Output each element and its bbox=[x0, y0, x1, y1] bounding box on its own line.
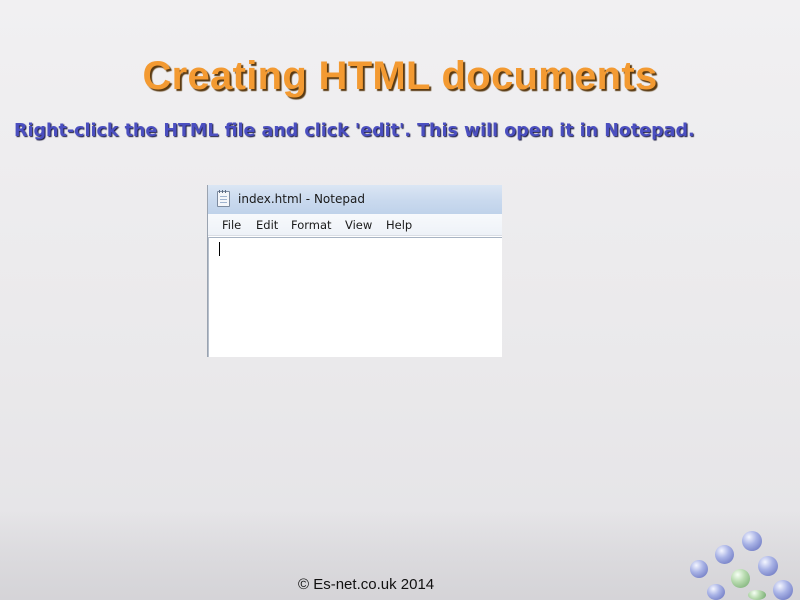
text-caret bbox=[219, 242, 220, 256]
slide-title: Creating HTML documents bbox=[142, 54, 658, 98]
menu-file[interactable]: File bbox=[222, 218, 241, 232]
menu-edit[interactable]: Edit bbox=[256, 218, 278, 232]
notepad-titlebar: index.html - Notepad bbox=[208, 185, 502, 214]
notepad-window-screenshot: index.html - Notepad File Edit Format Vi… bbox=[208, 185, 502, 357]
logo-bubble bbox=[731, 569, 750, 588]
slide: Creating HTML documents Right-click the … bbox=[0, 0, 800, 600]
menu-view[interactable]: View bbox=[345, 218, 372, 232]
notepad-left-border bbox=[208, 237, 209, 357]
logo-bubble bbox=[758, 556, 778, 576]
instruction-text: Right-click the HTML file and click 'edi… bbox=[14, 121, 695, 141]
menu-format[interactable]: Format bbox=[291, 218, 332, 232]
copyright-text: © Es-net.co.uk 2014 bbox=[298, 576, 435, 593]
logo-bubble bbox=[715, 545, 734, 564]
logo-bubble bbox=[773, 580, 793, 600]
logo-bubble bbox=[707, 584, 725, 600]
notepad-menubar: File Edit Format View Help bbox=[208, 214, 502, 236]
menu-help[interactable]: Help bbox=[386, 218, 412, 232]
notepad-window-title: index.html - Notepad bbox=[238, 192, 365, 206]
notepad-icon bbox=[217, 190, 230, 207]
logo-bubble bbox=[748, 590, 766, 600]
logo-bubble bbox=[690, 560, 708, 578]
logo-bubble bbox=[742, 531, 762, 551]
notepad-text-area[interactable] bbox=[208, 237, 502, 357]
